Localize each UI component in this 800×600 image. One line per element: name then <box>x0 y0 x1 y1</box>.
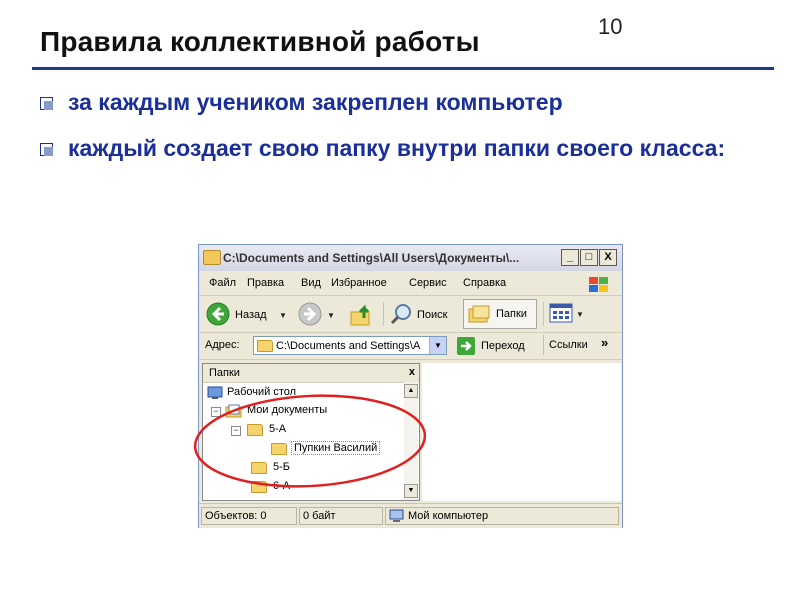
scroll-up-button[interactable]: ▲ <box>404 384 418 398</box>
window-titlebar[interactable]: C:\Documents and Settings\All Users\Доку… <box>199 245 622 271</box>
tree-label: 5-Б <box>273 461 290 473</box>
back-label: Назад <box>235 309 267 321</box>
bullet-list: за каждым учеником закреплен компьютер к… <box>38 87 758 179</box>
back-button[interactable]: Назад ▼ <box>203 300 287 328</box>
back-arrow-icon <box>206 302 230 326</box>
title-rule <box>32 67 774 70</box>
status-bar: Объектов: 0 0 байт Мой компьютер <box>199 503 622 528</box>
address-value: C:\Documents and Settings\A <box>276 340 421 352</box>
checkbox-bullet-icon <box>40 143 53 156</box>
tree-item-my-documents[interactable]: − Мои документы <box>211 404 401 419</box>
search-icon <box>390 304 411 325</box>
links-more-button[interactable]: » <box>601 335 608 350</box>
folder-icon <box>251 481 267 493</box>
vertical-scrollbar[interactable]: ▲ ▼ <box>404 382 418 500</box>
collapse-toggle-icon[interactable]: − <box>231 426 241 436</box>
maximize-button[interactable]: □ <box>580 249 598 266</box>
tree-label: 5-А <box>269 423 287 435</box>
slide-title: Правила коллективной работы <box>40 26 480 57</box>
address-bar: Адрес: C:\Documents and Settings\A ▼ Пер… <box>199 333 622 360</box>
status-objects: Объектов: 0 <box>201 507 297 525</box>
folders-pane-close-button[interactable]: x <box>409 366 415 378</box>
menu-edit[interactable]: Правка <box>247 277 284 289</box>
go-button[interactable]: Переход <box>457 336 537 356</box>
menu-view[interactable]: Вид <box>301 277 321 289</box>
window-title: C:\Documents and Settings\All Users\Доку… <box>223 251 520 265</box>
explorer-window: C:\Documents and Settings\All Users\Доку… <box>198 244 623 528</box>
tool-separator <box>543 335 544 355</box>
menu-tools[interactable]: Сервис <box>409 277 447 289</box>
slide-number: 10 <box>598 14 623 39</box>
collapse-toggle-icon[interactable]: − <box>211 407 221 417</box>
tree-item-student-folder[interactable]: Пупкин Василий <box>271 441 401 457</box>
folders-icon <box>468 305 490 323</box>
minimize-button[interactable]: _ <box>561 249 579 266</box>
tool-separator <box>543 302 544 326</box>
bullet-text: за каждым учеником закреплен компьютер <box>68 89 563 115</box>
folder-icon <box>271 443 287 455</box>
desktop-icon <box>207 386 223 399</box>
bullet-item: за каждым учеником закреплен компьютер <box>38 87 758 118</box>
folders-pane: Папки x Рабочий стол − Мои документы − 5… <box>202 363 420 501</box>
chevron-down-icon: ▼ <box>576 310 584 319</box>
tree-label: Пупкин Василий <box>291 441 381 455</box>
tree-item-desktop[interactable]: Рабочий стол <box>207 386 397 401</box>
folders-pane-title: Папки <box>209 367 240 379</box>
bullet-text: каждый создает свою папку внутри папки с… <box>68 135 726 161</box>
address-input[interactable]: C:\Documents and Settings\A ▼ <box>253 336 447 355</box>
tree-label: 6-А <box>273 480 291 492</box>
tree-item-6a[interactable]: 6-А <box>251 480 401 495</box>
my-documents-icon <box>225 404 242 418</box>
tree-label: Рабочий стол <box>227 386 297 398</box>
folders-pane-header: Папки x <box>203 364 419 383</box>
address-dropdown-button[interactable]: ▼ <box>429 337 446 354</box>
forward-button[interactable]: ▼ <box>295 300 335 328</box>
go-arrow-icon <box>457 337 475 355</box>
menu-file[interactable]: Файл <box>209 277 236 289</box>
tree-label: Мои документы <box>247 404 328 416</box>
address-label: Адрес: <box>205 339 240 351</box>
checkbox-bullet-icon <box>40 97 53 110</box>
windows-logo-icon <box>589 277 608 292</box>
toolbar: Назад ▼ ▼ Поиск Папки ▼ <box>199 296 622 333</box>
up-folder-icon[interactable] <box>349 304 375 328</box>
view-grid-icon <box>549 303 573 323</box>
folders-label: Папки <box>496 308 527 320</box>
menu-favorites[interactable]: Избранное <box>331 277 387 289</box>
folder-icon <box>257 340 273 352</box>
view-button[interactable]: ▼ <box>549 302 585 326</box>
chevron-down-icon: ▼ <box>327 311 335 320</box>
links-label[interactable]: Ссылки <box>549 339 588 351</box>
computer-icon <box>389 509 404 522</box>
go-label: Переход <box>481 340 525 352</box>
menu-help[interactable]: Справка <box>463 277 506 289</box>
forward-arrow-icon <box>298 302 322 326</box>
folders-button[interactable]: Папки <box>463 299 537 329</box>
status-location-label: Мой компьютер <box>408 510 489 522</box>
scroll-down-button[interactable]: ▼ <box>404 484 418 498</box>
bullet-item: каждый создает свою папку внутри папки с… <box>38 133 758 164</box>
chevron-down-icon: ▼ <box>279 311 287 320</box>
status-size: 0 байт <box>299 507 383 525</box>
folder-app-icon <box>203 250 221 265</box>
close-button[interactable]: X <box>599 249 617 266</box>
tree-item-5a[interactable]: − 5-А <box>231 423 401 438</box>
status-location: Мой компьютер <box>385 507 619 525</box>
content-pane[interactable] <box>422 363 621 501</box>
search-label: Поиск <box>417 309 448 321</box>
folder-icon <box>251 462 267 474</box>
tool-separator <box>383 302 384 326</box>
menu-bar: Файл Правка Вид Избранное Сервис Справка <box>199 273 622 296</box>
folder-icon <box>247 424 263 436</box>
search-button[interactable]: Поиск <box>387 300 457 328</box>
tree-item-5b[interactable]: 5-Б <box>251 461 401 476</box>
